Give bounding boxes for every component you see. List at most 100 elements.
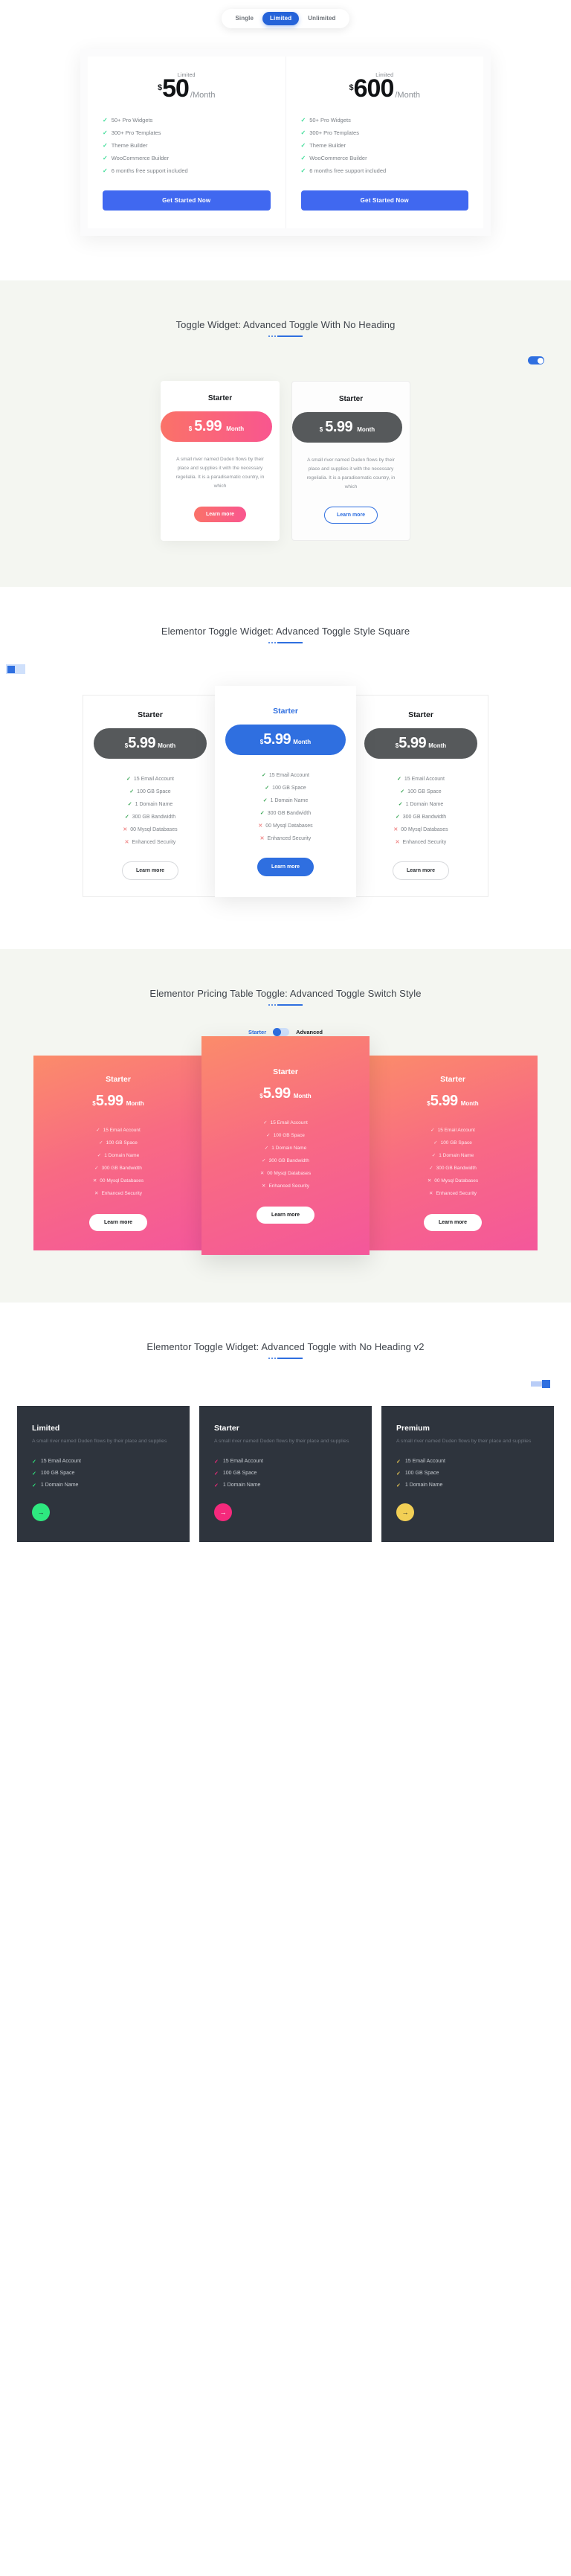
pill-toggle-group[interactable]: Single Limited Unlimited bbox=[222, 9, 349, 28]
feature-label: 15 Email Account bbox=[404, 776, 445, 782]
price-pill: $ 5.99 Month bbox=[161, 411, 272, 443]
feature-list: ✓ 15 Email Account ✓ 100 GB Space ✓ 1 Domai… bbox=[32, 1456, 175, 1491]
feature-label: 50+ Pro Widgets bbox=[111, 117, 153, 124]
list-item: ✓ 1 Domain Name bbox=[94, 797, 207, 810]
switch-label-right[interactable]: Advanced bbox=[296, 1029, 323, 1035]
price-period: Month bbox=[357, 426, 375, 434]
price-row: $ 5.99 Month bbox=[45, 1093, 191, 1110]
feature-label: 00 Mysql Databases bbox=[434, 1178, 479, 1183]
toggle-switch[interactable] bbox=[273, 1028, 290, 1037]
feature-label: 300 GB Bandwidth bbox=[402, 814, 447, 820]
card-title: Starter bbox=[207, 394, 233, 403]
page-root: Single Limited Unlimited Limited $ 50 /M… bbox=[0, 0, 571, 1542]
check-icon: ✓ bbox=[214, 1483, 219, 1488]
list-item: ✓ 1 Domain Name bbox=[396, 1480, 539, 1491]
pricing-cards-group-2: Starter $ 5.99 Month A small river named… bbox=[0, 381, 571, 542]
check-icon: ✓ bbox=[300, 141, 306, 149]
feature-label: 50+ Pro Widgets bbox=[309, 117, 351, 124]
page-title: Elementor Toggle Widget: Advanced Toggle… bbox=[161, 626, 410, 637]
arrow-button[interactable]: → bbox=[214, 1503, 232, 1521]
learn-more-button[interactable]: Learn more bbox=[423, 1214, 483, 1232]
card-title: Premium bbox=[396, 1424, 430, 1433]
toggle-switch[interactable] bbox=[531, 1379, 550, 1388]
list-item: ✓ 300 GB Bandwidth bbox=[213, 1154, 358, 1166]
learn-more-button[interactable]: Learn more bbox=[257, 858, 314, 877]
feature-label: WooCommerce Builder bbox=[111, 155, 170, 162]
feature-label: 1 Domain Name bbox=[405, 801, 444, 807]
pricing-card-starter-dark: Starter A small river named Duden flows … bbox=[199, 1406, 372, 1542]
feature-list: ✓ 15 Email Account ✓ 100 GB Space ✓ 1 Domai… bbox=[213, 1116, 358, 1192]
list-item: ✓ 300 GB Bandwidth bbox=[364, 810, 477, 823]
price-block: Limited $ 600 /Month bbox=[301, 73, 469, 101]
check-icon: ✓ bbox=[262, 772, 266, 778]
learn-more-button[interactable]: Learn more bbox=[121, 861, 179, 881]
check-icon: ✓ bbox=[397, 776, 401, 782]
feature-label: 100 GB Space bbox=[404, 1471, 439, 1477]
pill-option-single[interactable]: Single bbox=[228, 12, 261, 25]
arrow-button[interactable]: → bbox=[396, 1503, 414, 1521]
toggle-switch[interactable] bbox=[528, 356, 544, 365]
list-item: ✕ Enhanced Security bbox=[225, 832, 346, 844]
check-icon: ✓ bbox=[124, 814, 129, 820]
feature-label: 1 Domain Name bbox=[404, 1483, 443, 1488]
list-item: ✕ 00 Mysql Databases bbox=[213, 1166, 358, 1179]
list-item: ✓ WooCommerce Builder bbox=[301, 152, 469, 164]
learn-more-button[interactable]: Learn more bbox=[193, 507, 247, 523]
feature-label: 00 Mysql Databases bbox=[267, 1170, 312, 1176]
check-icon: ✓ bbox=[265, 785, 270, 791]
get-started-button[interactable]: Get Started Now bbox=[103, 190, 271, 211]
list-item: ✓ 100 GB Space bbox=[32, 1468, 175, 1480]
feature-label: 300 GB Bandwidth bbox=[101, 1165, 142, 1171]
check-icon: ✓ bbox=[96, 1127, 100, 1133]
pricing-card-gradient-middle: Starter $ 5.99 Month ✓ 15 Email Account ✓… bbox=[201, 1036, 370, 1256]
feature-list: ✓ 15 Email Account ✓ 100 GB Space ✓ 1 Domai… bbox=[380, 1123, 526, 1199]
card-title: Starter bbox=[273, 707, 298, 716]
feature-label: 300 GB Bandwidth bbox=[268, 1157, 309, 1163]
pricing-card-gradient-right: Starter $ 5.99 Month ✓ 15 Email Account ✓… bbox=[368, 1056, 538, 1251]
pricing-card-limited-600: Limited $ 600 /Month ✓ 50+ Pro Widgets ✓ 3… bbox=[285, 57, 483, 229]
card-title: Starter bbox=[440, 1075, 465, 1085]
list-item: ✓ 15 Email Account bbox=[396, 1456, 539, 1468]
feature-label: 300+ Pro Templates bbox=[309, 129, 359, 137]
price-amount: 5.99 bbox=[430, 1093, 458, 1110]
check-icon: ✓ bbox=[103, 167, 108, 174]
list-item: ✓ 15 Email Account bbox=[32, 1456, 175, 1468]
feature-label: 15 Email Account bbox=[133, 776, 174, 782]
learn-more-button[interactable]: Learn more bbox=[323, 507, 378, 524]
list-item: ✕ Enhanced Security bbox=[94, 835, 207, 848]
card-title: Starter bbox=[273, 1067, 298, 1077]
learn-more-button[interactable]: Learn more bbox=[392, 861, 450, 881]
list-item: ✓ 15 Email Account bbox=[225, 768, 346, 781]
learn-more-button[interactable]: Learn more bbox=[88, 1214, 148, 1232]
section-header: Toggle Widget: Advanced Toggle With No H… bbox=[0, 280, 571, 338]
feature-list: ✓ 15 Email Account ✓ 100 GB Space ✓ 1 Domai… bbox=[94, 772, 207, 848]
pricing-card-starter-grey: Starter $ 5.99 Month A small river named… bbox=[291, 381, 410, 542]
list-item: ✕ Enhanced Security bbox=[380, 1186, 526, 1199]
cross-icon: ✕ bbox=[92, 1178, 97, 1183]
price-period: Month bbox=[293, 1093, 312, 1100]
check-icon: ✓ bbox=[103, 154, 108, 161]
learn-more-button[interactable]: Learn more bbox=[256, 1207, 315, 1224]
price-amount: 5.99 bbox=[128, 735, 156, 752]
feature-label: 15 Email Account bbox=[404, 1459, 445, 1465]
switch-label-left[interactable]: Starter bbox=[248, 1029, 266, 1035]
feature-label: Enhanced Security bbox=[132, 839, 176, 845]
pill-option-limited[interactable]: Limited bbox=[262, 12, 300, 25]
get-started-button[interactable]: Get Started Now bbox=[300, 190, 468, 211]
feature-label: 00 Mysql Databases bbox=[265, 823, 313, 829]
price-row: $ 5.99 Month bbox=[213, 1085, 358, 1102]
page-title: Elementor Toggle Widget: Advanced Toggle… bbox=[146, 1341, 425, 1353]
feature-label: 00 Mysql Databases bbox=[401, 826, 448, 832]
list-item: ✓ 300+ Pro Templates bbox=[103, 126, 271, 139]
feature-label: 15 Email Account bbox=[268, 772, 309, 778]
card-title: Starter bbox=[106, 1075, 131, 1085]
check-icon: ✓ bbox=[129, 788, 135, 794]
list-item: ✓ 300 GB Bandwidth bbox=[94, 810, 207, 823]
feature-label: Theme Builder bbox=[111, 142, 148, 150]
toggle-switch-row: Starter Advanced bbox=[0, 1028, 571, 1037]
square-toggle-switch[interactable] bbox=[6, 664, 25, 675]
pill-option-unlimited[interactable]: Unlimited bbox=[300, 12, 343, 25]
cross-icon: ✕ bbox=[428, 1190, 433, 1196]
check-icon: ✓ bbox=[433, 1140, 438, 1146]
arrow-button[interactable]: → bbox=[32, 1503, 50, 1521]
